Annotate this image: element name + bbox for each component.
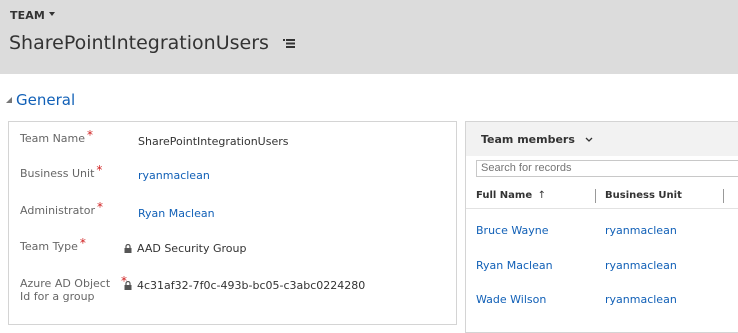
team-members-subgrid: Team members Full Name ↑ Business Unit B… xyxy=(465,121,738,333)
administrator-link[interactable]: Ryan Maclean xyxy=(138,207,215,220)
field-label-team-type: Team Type * xyxy=(20,237,86,254)
entity-type-selector[interactable]: TEAM xyxy=(10,9,55,22)
column-header-full-name[interactable]: Full Name ↑ xyxy=(476,190,546,201)
search-records-input[interactable] xyxy=(476,160,738,177)
sort-ascending-icon: ↑ xyxy=(537,190,546,201)
hamburger-menu-icon[interactable] xyxy=(282,31,295,53)
general-form: Team Name * SharePointIntegrationUsers Bu… xyxy=(8,121,457,325)
required-marker: * xyxy=(96,163,103,177)
subgrid-header: Team members xyxy=(466,122,738,156)
member-business-unit[interactable]: ryanmaclean xyxy=(605,293,677,306)
collapse-triangle-icon[interactable] xyxy=(6,97,12,103)
team-type-value: AAD Security Group xyxy=(124,242,246,255)
full-name-header-text: Full Name xyxy=(476,190,533,201)
entity-type-label: TEAM xyxy=(10,9,45,22)
azure-label-line2: Id for a group xyxy=(20,290,95,303)
column-divider[interactable] xyxy=(723,189,724,203)
field-label-administrator: Administrator * xyxy=(20,201,103,218)
column-divider[interactable] xyxy=(595,189,596,203)
administrator-label-text: Administrator xyxy=(20,204,95,217)
business-unit-link[interactable]: ryanmaclean xyxy=(138,169,210,182)
member-full-name[interactable]: Bruce Wayne xyxy=(476,224,549,237)
team-name-value[interactable]: SharePointIntegrationUsers xyxy=(138,135,288,148)
azure-ad-object-id-text: 4c31af32-7f0c-493b-bc05-c3abc0224280 xyxy=(137,279,366,292)
required-marker: * xyxy=(97,200,103,214)
lock-icon xyxy=(124,243,132,253)
azure-ad-object-id-value: 4c31af32-7f0c-493b-bc05-c3abc0224280 xyxy=(124,279,365,292)
record-title-text: SharePointIntegrationUsers xyxy=(9,32,269,54)
azure-label-line1: Azure AD Object xyxy=(20,277,111,290)
required-marker: * xyxy=(79,236,86,250)
lock-icon xyxy=(124,280,132,290)
caret-down-icon xyxy=(48,12,55,16)
record-title: SharePointIntegrationUsers xyxy=(9,32,295,55)
record-header: TEAM SharePointIntegrationUsers xyxy=(0,0,738,74)
required-marker: * xyxy=(87,128,94,142)
member-business-unit[interactable]: ryanmaclean xyxy=(605,259,677,272)
member-full-name[interactable]: Wade Wilson xyxy=(476,293,546,306)
field-label-team-name: Team Name * xyxy=(20,129,93,146)
field-label-business-unit: Business Unit * xyxy=(20,164,102,181)
member-business-unit[interactable]: ryanmaclean xyxy=(605,224,677,237)
column-header-business-unit[interactable]: Business Unit xyxy=(605,190,682,201)
team-name-label-text: Team Name xyxy=(20,132,86,145)
team-type-label-text: Team Type xyxy=(20,240,78,253)
subgrid-view-selector[interactable]: Team members xyxy=(481,133,593,146)
chevron-down-icon xyxy=(585,132,593,145)
member-full-name[interactable]: Ryan Maclean xyxy=(476,259,553,272)
section-title[interactable]: General xyxy=(16,91,75,109)
field-label-azure-ad-object-id: Azure AD Object Id for a group xyxy=(20,277,110,303)
business-unit-label-text: Business Unit xyxy=(20,167,95,180)
grid-column-headers: Full Name ↑ Business Unit xyxy=(466,184,738,209)
team-type-text: AAD Security Group xyxy=(137,242,247,255)
subgrid-title-text: Team members xyxy=(481,133,575,146)
